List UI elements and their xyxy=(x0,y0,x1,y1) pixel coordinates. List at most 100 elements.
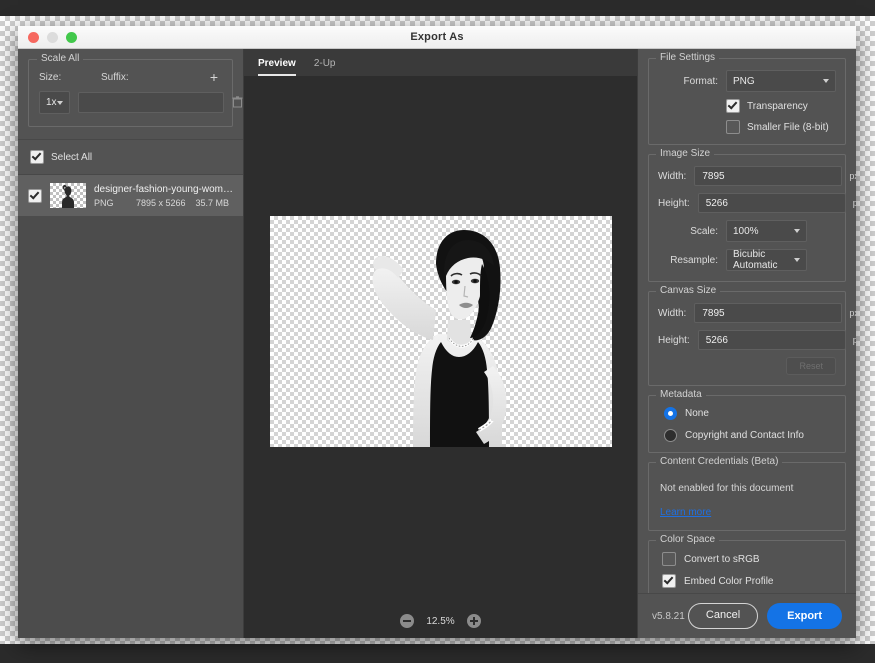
embed-profile-row[interactable]: Embed Color Profile xyxy=(658,574,836,588)
desktop-background-bottom xyxy=(0,644,875,663)
settings-scroll-area: File Settings Format: PNG Transparency S… xyxy=(638,49,856,593)
resample-select[interactable]: Bicubic Automatic xyxy=(726,249,807,271)
preview-image xyxy=(269,215,612,447)
image-scale-label: Scale: xyxy=(690,225,718,237)
embed-profile-label: Embed Color Profile xyxy=(684,575,774,587)
convert-srgb-checkbox[interactable] xyxy=(662,552,676,566)
image-size-group: Image Size Width: px Height: px Scale: xyxy=(648,148,856,282)
file-dimensions: 7895 x 5266 xyxy=(136,197,186,208)
canvas-width-unit: px xyxy=(849,308,856,318)
transparency-checkbox[interactable] xyxy=(726,99,740,113)
suffix-label: Suffix: xyxy=(101,71,129,83)
smaller-file-row[interactable]: Smaller File (8-bit) xyxy=(726,120,836,134)
learn-more-link[interactable]: Learn more xyxy=(660,507,711,518)
metadata-copyright-radio[interactable] xyxy=(664,429,677,442)
image-width-unit: px xyxy=(849,171,856,181)
image-width-label: Width: xyxy=(658,170,687,182)
file-settings-group: File Settings Format: PNG Transparency S… xyxy=(648,52,846,145)
export-as-dialog: Export As Scale All Size: Suffix: + 1x S… xyxy=(18,26,856,638)
metadata-group: Metadata None Copyright and Contact Info xyxy=(648,389,846,453)
convert-srgb-label: Convert to sRGB xyxy=(684,553,760,565)
plus-circle-icon[interactable] xyxy=(466,614,481,628)
cancel-button[interactable]: Cancel xyxy=(687,603,759,629)
content-credentials-group: Content Credentials (Beta) Not enabled f… xyxy=(648,456,846,531)
canvas-width-row: Width: px xyxy=(658,303,856,323)
file-item-checkbox[interactable] xyxy=(28,188,42,203)
image-scale-value: 100% xyxy=(733,225,759,237)
window-title: Export As xyxy=(410,31,464,43)
content-credentials-legend: Content Credentials (Beta) xyxy=(656,456,783,467)
dialog-body: Scale All Size: Suffix: + 1x Select All … xyxy=(18,49,856,638)
image-height-label: Height: xyxy=(658,197,690,209)
chevron-down-icon xyxy=(56,100,63,105)
metadata-option-none[interactable]: None xyxy=(658,407,836,420)
select-all-row[interactable]: Select All xyxy=(18,139,243,175)
transparency-row[interactable]: Transparency xyxy=(726,99,836,113)
file-name: designer-fashion-young-woman-a... xyxy=(94,183,233,195)
image-height-input[interactable] xyxy=(697,193,846,213)
footer-buttons: Cancel Export xyxy=(687,603,842,629)
preview-stage xyxy=(244,76,637,604)
reset-button[interactable]: Reset xyxy=(786,357,836,375)
image-width-input[interactable] xyxy=(694,166,843,186)
image-height-unit: px xyxy=(846,198,856,208)
suffix-input[interactable] xyxy=(77,92,224,113)
metadata-none-radio[interactable] xyxy=(664,407,677,420)
scale-all-controls-row: 1x xyxy=(39,91,243,114)
canvas-height-row: Height: px xyxy=(658,330,856,350)
file-sub-row: PNG 7895 x 5266 35.7 MB xyxy=(94,198,233,208)
canvas-size-legend: Canvas Size xyxy=(656,285,721,296)
color-space-legend: Color Space xyxy=(656,534,720,545)
file-settings-legend: File Settings xyxy=(656,52,720,63)
file-format: PNG xyxy=(94,197,114,208)
select-all-checkbox[interactable] xyxy=(30,150,44,164)
plus-icon[interactable]: + xyxy=(206,70,222,84)
right-settings-panel: File Settings Format: PNG Transparency S… xyxy=(637,49,856,638)
tab-preview[interactable]: Preview xyxy=(258,58,296,76)
metadata-legend: Metadata xyxy=(656,389,706,400)
version-label: v5.8.21 xyxy=(652,610,685,622)
chevron-down-icon xyxy=(794,258,800,262)
left-panel: Scale All Size: Suffix: + 1x Select All … xyxy=(18,49,244,638)
smaller-file-label: Smaller File (8-bit) xyxy=(747,121,829,133)
size-select[interactable]: 1x xyxy=(39,91,70,114)
select-all-label: Select All xyxy=(51,151,93,163)
convert-srgb-row[interactable]: Convert to sRGB xyxy=(658,552,836,566)
file-size: 35.7 MB xyxy=(195,197,229,208)
format-select-value: PNG xyxy=(733,75,755,87)
dialog-footer: v5.8.21 Cancel Export xyxy=(638,593,856,638)
content-credentials-status: Not enabled for this document xyxy=(660,483,794,494)
chevron-down-icon xyxy=(794,229,800,233)
size-label: Size: xyxy=(39,71,62,83)
image-scale-select[interactable]: 100% xyxy=(726,220,807,242)
file-thumbnail xyxy=(50,183,86,208)
export-button[interactable]: Export xyxy=(767,603,842,629)
smaller-file-checkbox[interactable] xyxy=(726,120,740,134)
trash-icon[interactable] xyxy=(232,95,243,110)
scale-all-header-row: Size: Suffix: + xyxy=(39,70,222,84)
tab-2up[interactable]: 2-Up xyxy=(314,58,336,76)
reset-row: Reset xyxy=(658,357,836,375)
minus-circle-icon[interactable] xyxy=(400,614,415,628)
preview-tabs: Preview 2-Up xyxy=(244,49,637,76)
image-width-row: Width: px xyxy=(658,166,856,186)
metadata-option-copyright[interactable]: Copyright and Contact Info xyxy=(658,429,836,442)
preview-panel: Preview 2-Up 12.5% xyxy=(244,49,637,638)
color-space-group: Color Space Convert to sRGB Embed Color … xyxy=(648,534,846,593)
metadata-none-label: None xyxy=(685,408,709,419)
desktop-background-top xyxy=(0,0,875,16)
size-select-value: 1x xyxy=(46,97,57,108)
list-item[interactable]: designer-fashion-young-woman-a... PNG 78… xyxy=(18,175,243,216)
resample-value: Bicubic Automatic xyxy=(733,249,778,271)
canvas-width-input[interactable] xyxy=(694,303,843,323)
format-label: Format: xyxy=(683,75,718,87)
format-select[interactable]: PNG xyxy=(726,70,836,92)
embed-profile-checkbox[interactable] xyxy=(662,574,676,588)
file-list: designer-fashion-young-woman-a... PNG 78… xyxy=(18,175,243,638)
canvas-height-input[interactable] xyxy=(697,330,846,350)
scale-all-group: Scale All Size: Suffix: + 1x xyxy=(28,53,243,127)
image-size-legend: Image Size xyxy=(656,148,715,159)
zoom-controls: 12.5% xyxy=(244,604,637,638)
canvas-height-unit: px xyxy=(846,335,856,345)
image-height-row: Height: px xyxy=(658,193,856,213)
